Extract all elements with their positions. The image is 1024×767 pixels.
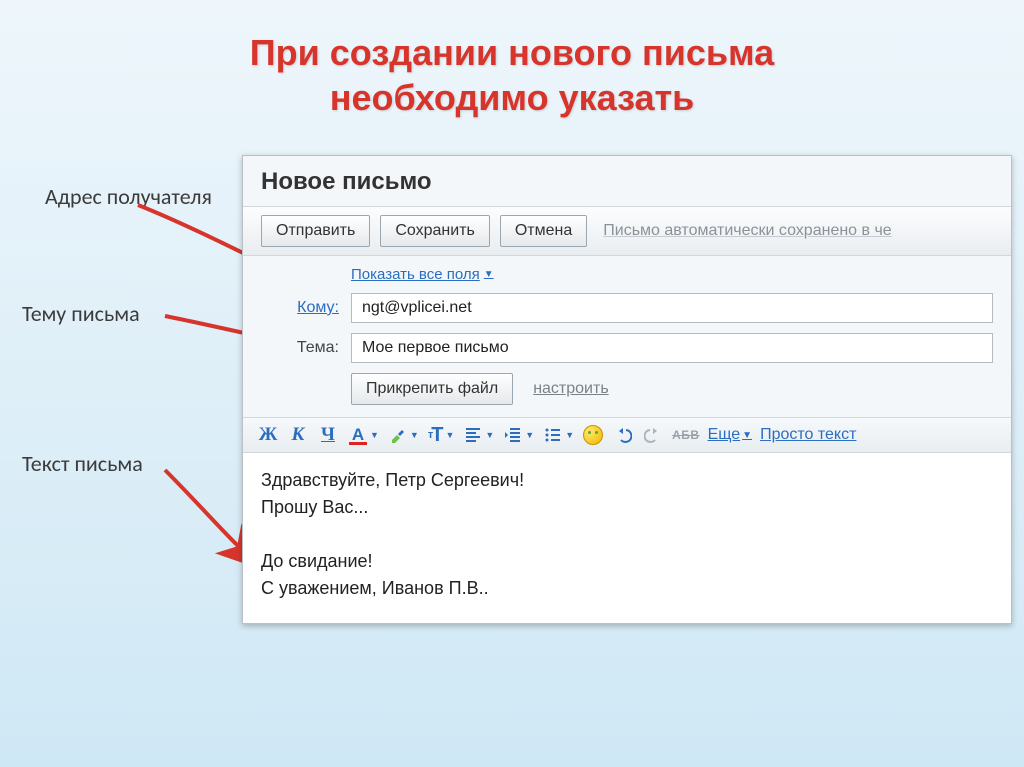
fields-area: Показать все поля ▼ Кому: Тема: Прикрепи… <box>243 256 1011 417</box>
smiley-icon <box>583 425 603 445</box>
to-input[interactable] <box>351 293 993 323</box>
subject-input[interactable] <box>351 333 993 363</box>
show-all-fields-link[interactable]: Показать все поля ▼ <box>351 266 494 283</box>
list-button[interactable] <box>542 424 564 446</box>
callout-subject: Тему письма <box>22 300 140 327</box>
more-chevron-icon: ▼ <box>742 430 752 441</box>
slide-title-line2: необходимо указать <box>330 77 695 118</box>
italic-button[interactable]: К <box>287 424 309 446</box>
main-toolbar: Отправить Сохранить Отмена Письмо автома… <box>243 206 1011 256</box>
slide-title: При создании нового письма необходимо ук… <box>0 0 1024 120</box>
list-dropdown-icon[interactable]: ▼ <box>565 430 574 440</box>
to-label[interactable]: Кому: <box>261 299 351 317</box>
message-body[interactable]: Здравствуйте, Петр Сергеевич! Прошу Вас.… <box>243 453 1011 623</box>
more-label: Еще <box>708 426 741 444</box>
clear-formatting-button[interactable]: АБВ <box>672 424 699 446</box>
callout-recipient: Адрес получателя <box>45 183 212 210</box>
autosave-status: Письмо автоматически сохранено в че <box>603 222 891 240</box>
indent-dropdown-icon[interactable]: ▼ <box>525 430 534 440</box>
highlight-button[interactable] <box>387 424 409 446</box>
align-dropdown-icon[interactable]: ▼ <box>485 430 494 440</box>
configure-link[interactable]: настроить <box>533 380 608 398</box>
compose-window: Новое письмо Отправить Сохранить Отмена … <box>242 155 1012 624</box>
chevron-down-icon: ▼ <box>484 269 494 280</box>
font-size-button[interactable]: тТ <box>427 424 445 446</box>
subject-label: Тема: <box>261 339 351 357</box>
highlight-dropdown-icon[interactable]: ▼ <box>410 430 419 440</box>
text-color-button[interactable]: A <box>347 424 369 446</box>
font-size-dropdown-icon[interactable]: ▼ <box>445 430 454 440</box>
save-button[interactable]: Сохранить <box>380 215 490 247</box>
format-toolbar: Ж К Ч A ▼ ▼ тТ ▼ ▼ ▼ <box>243 417 1011 453</box>
window-title: Новое письмо <box>243 156 1011 206</box>
slide-title-line1: При создании нового письма <box>250 32 774 73</box>
indent-button[interactable] <box>502 424 524 446</box>
attach-row: Прикрепить файл настроить <box>351 373 993 405</box>
to-row: Кому: <box>261 293 993 323</box>
redo-button[interactable] <box>642 424 664 446</box>
subject-row: Тема: <box>261 333 993 363</box>
plain-text-link[interactable]: Просто текст <box>760 426 856 444</box>
more-link[interactable]: Еще▼ <box>708 426 752 444</box>
underline-button[interactable]: Ч <box>317 424 339 446</box>
text-color-dropdown-icon[interactable]: ▼ <box>370 430 379 440</box>
undo-button[interactable] <box>612 424 634 446</box>
align-button[interactable] <box>462 424 484 446</box>
callout-body: Текст письма <box>22 450 143 477</box>
send-button[interactable]: Отправить <box>261 215 370 247</box>
cancel-button[interactable]: Отмена <box>500 215 587 247</box>
show-all-fields-label: Показать все поля <box>351 266 480 283</box>
bold-button[interactable]: Ж <box>257 424 279 446</box>
emoji-button[interactable] <box>582 424 604 446</box>
attach-file-button[interactable]: Прикрепить файл <box>351 373 513 405</box>
